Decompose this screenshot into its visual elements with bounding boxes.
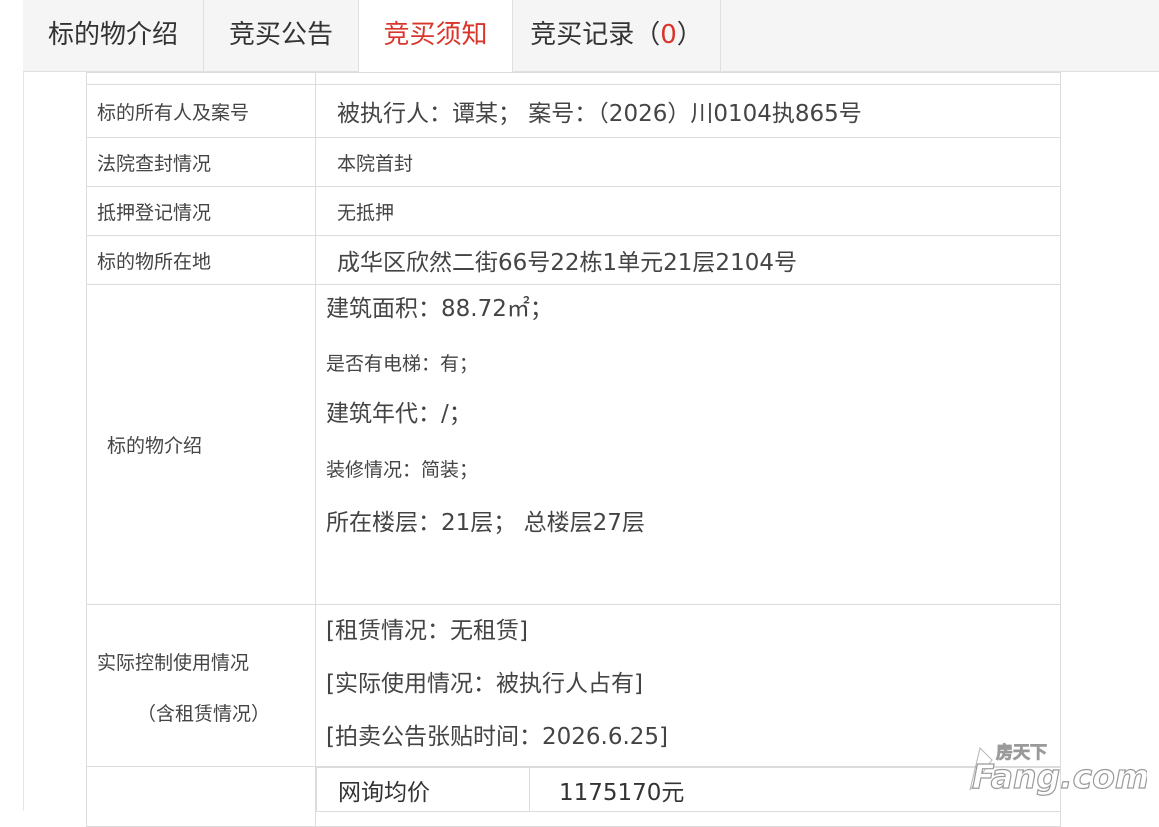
tab-item-intro[interactable]: 标的物介绍 [23, 0, 204, 72]
table-row-usage: 实际控制使用情况 （含租赁情况） [租赁情况：无租赁] [实际使用情况：被执行人… [86, 604, 1061, 767]
location-value: 成华区欣然二街66号22栋1单元21层2104号 [315, 235, 1061, 285]
seal-label: 法院查封情况 [86, 137, 316, 187]
watermark-main-text: Fang.com [972, 757, 1147, 796]
table-row-location: 标的物所在地 成华区欣然二街66号22栋1单元21层2104号 [86, 235, 1061, 285]
tab-bid-records[interactable]: 竞买记录（0） [513, 0, 721, 72]
tab-auction-announcement[interactable]: 竞买公告 [204, 0, 359, 72]
usage-line-posted: [拍卖公告张贴时间：2026.6.25] [326, 724, 669, 750]
mortgage-value: 无抵押 [315, 186, 1061, 236]
price-inner-table: 网询均价 1175170元 [316, 767, 1060, 812]
table-row-top-spacer [86, 72, 1061, 85]
fang-watermark-logo: 房天下 Fang.com [969, 742, 1147, 797]
tab-auction-notice[interactable]: 竞买须知 [359, 0, 513, 73]
mortgage-label: 抵押登记情况 [86, 186, 316, 236]
tab-bar: 标的物介绍 竞买公告 竞买须知 竞买记录（0） [23, 0, 1159, 73]
intro-line-area: 建筑面积：88.72㎡； [326, 296, 553, 322]
bid-count: 0 [660, 20, 677, 50]
usage-line-lease: [租赁情况：无租赁] [326, 618, 528, 644]
intro-line-elevator: 是否有电梯：有； [326, 353, 479, 375]
table-row-intro: 标的物介绍 建筑面积：88.72㎡； 是否有电梯：有； 建筑年代：/； 装修情况… [86, 284, 1061, 605]
table-row-mortgage: 抵押登记情况 无抵押 [86, 186, 1061, 236]
seal-value: 本院首封 [315, 137, 1061, 187]
item-info-table: 标的所有人及案号 被执行人：谭某； 案号：（2026）川0104执865号 法院… [86, 72, 1061, 827]
usage-sublabel: （含租赁情况） [137, 703, 271, 725]
usage-label: 实际控制使用情况 [97, 652, 250, 674]
location-label: 标的物所在地 [86, 235, 316, 285]
owner-value: 被执行人：谭某； 案号：（2026）川0104执865号 [315, 84, 1061, 138]
price-label: 网询均价 [316, 767, 530, 812]
owner-label: 标的所有人及案号 [86, 84, 316, 138]
intro-line-decoration: 装修情况：简装； [326, 459, 479, 481]
tab-bid-records-label: 竞买记录（ [530, 20, 661, 50]
table-row-price: 网询均价 1175170元 [86, 766, 1061, 827]
intro-label: 标的物介绍 [86, 284, 316, 605]
table-row-seal: 法院查封情况 本院首封 [86, 137, 1061, 187]
usage-line-actual: [实际使用情况：被执行人占有] [326, 671, 643, 697]
content-panel: 标的所有人及案号 被执行人：谭某； 案号：（2026）川0104执865号 法院… [23, 72, 1159, 827]
table-row-owner: 标的所有人及案号 被执行人：谭某； 案号：（2026）川0104执865号 [86, 84, 1061, 138]
tab-bid-records-suffix: ） [676, 20, 703, 50]
intro-line-floor: 所在楼层：21层； 总楼层27层 [326, 510, 645, 536]
price-left-cell [86, 766, 316, 827]
intro-line-year: 建筑年代：/； [326, 401, 472, 427]
